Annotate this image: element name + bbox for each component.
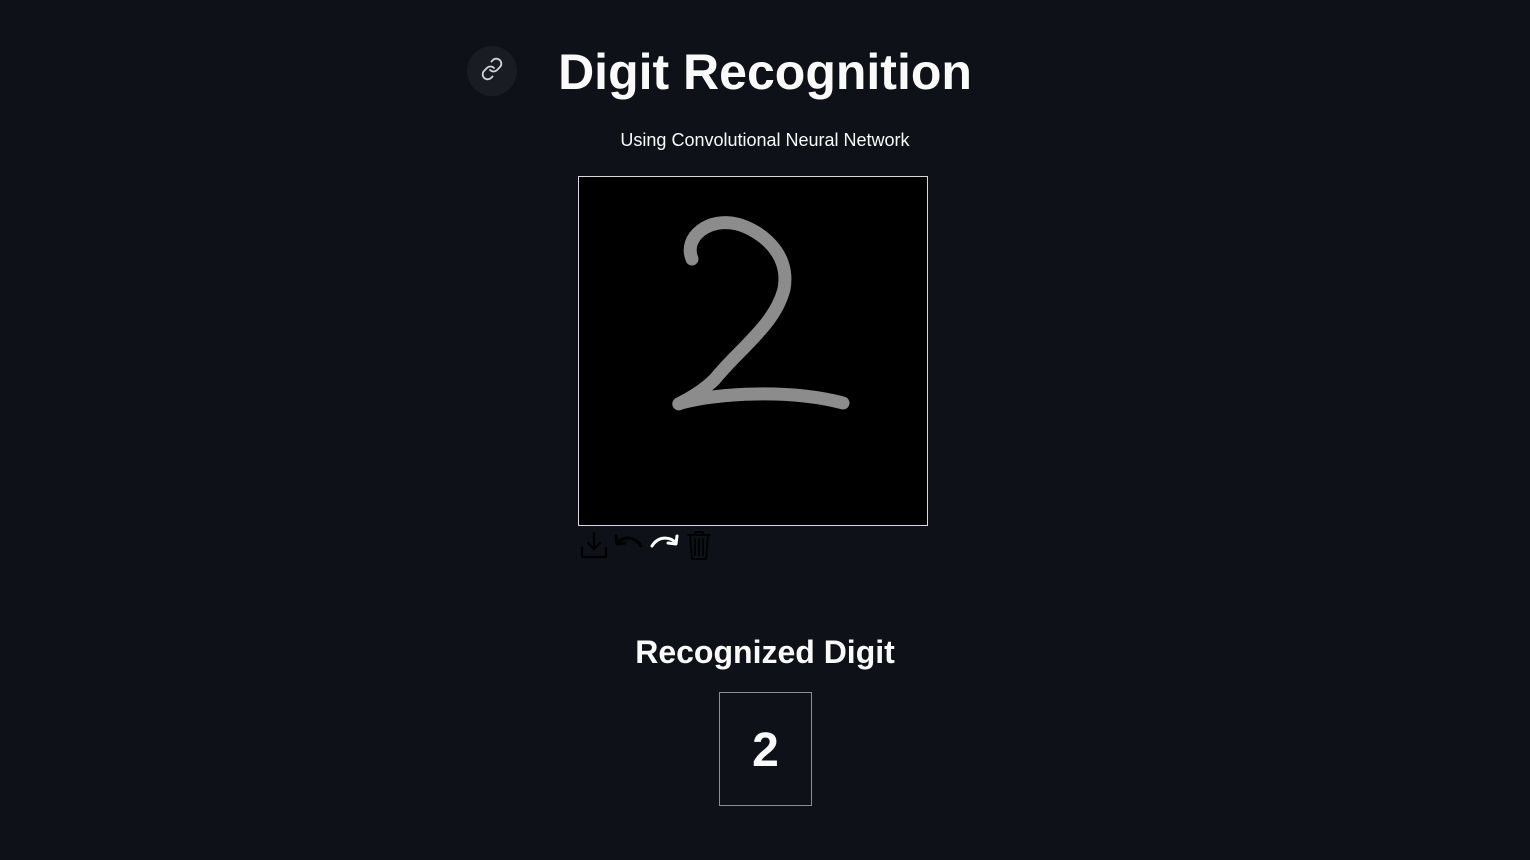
trash-icon (685, 529, 713, 566)
redo-icon (648, 530, 680, 565)
drawn-stroke (672, 216, 850, 411)
undo-icon (613, 530, 645, 565)
app-page: Digit Recognition Using Convolutional Ne… (0, 0, 1530, 860)
download-icon (579, 530, 609, 565)
redo-button[interactable] (648, 532, 679, 563)
page-title: Digit Recognition (558, 44, 972, 100)
drawing-canvas[interactable] (578, 176, 928, 526)
canvas-toolbar (578, 530, 714, 564)
result-box: 2 (719, 692, 812, 806)
recognized-digit: 2 (752, 724, 779, 777)
download-button[interactable] (578, 530, 609, 565)
result-heading: Recognized Digit (635, 634, 895, 670)
delete-button[interactable] (683, 529, 714, 566)
page-subtitle: Using Convolutional Neural Network (620, 130, 910, 150)
undo-button[interactable] (613, 532, 644, 563)
